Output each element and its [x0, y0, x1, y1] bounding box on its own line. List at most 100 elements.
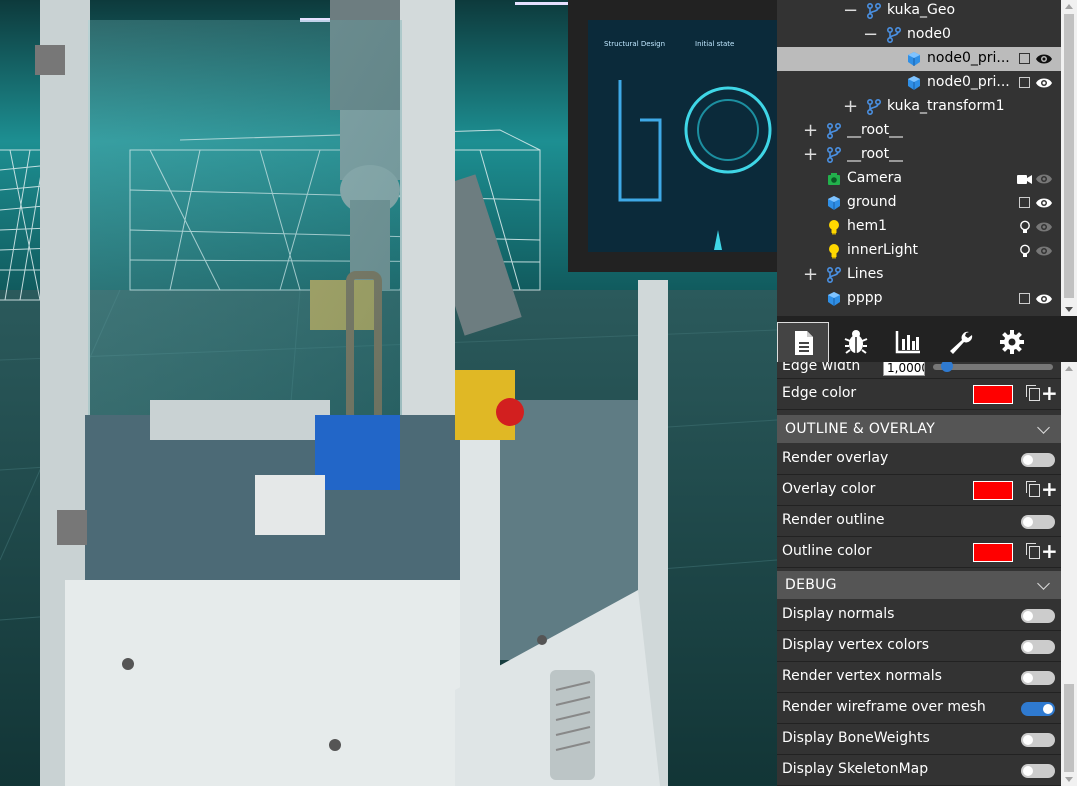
scroll-up-arrow-icon[interactable]	[1065, 4, 1073, 9]
display-boneweights-row: Display BoneWeights	[777, 724, 1061, 755]
screen-state: Initial state	[695, 40, 734, 48]
plus-icon[interactable]: +	[1041, 477, 1058, 501]
chart-icon	[895, 331, 920, 354]
eye-icon[interactable]	[1035, 196, 1053, 210]
copy-icon[interactable]	[1026, 481, 1040, 497]
display-skeletonmap-toggle[interactable]	[1021, 764, 1055, 778]
eye-icon[interactable]	[1035, 244, 1053, 258]
lightbulb-icon[interactable]	[1017, 244, 1033, 258]
section-title: DEBUG	[785, 577, 837, 593]
edge-color-swatch[interactable]	[973, 385, 1013, 404]
bounding-box-checkbox[interactable]	[1019, 77, 1030, 88]
camera-icon	[828, 173, 840, 185]
render-outline-toggle[interactable]	[1021, 515, 1055, 529]
expand-icon[interactable]: +	[803, 121, 818, 141]
3d-viewport[interactable]: Structural Design Initial state	[0, 0, 777, 786]
edge-width-input[interactable]: 1,0000	[883, 362, 925, 376]
bounding-box-checkbox[interactable]	[1019, 197, 1030, 208]
file-icon	[795, 331, 813, 355]
display-boneweights-toggle[interactable]	[1021, 733, 1055, 747]
edge-width-label: Edge width	[782, 362, 861, 374]
chevron-down-icon	[1037, 421, 1050, 434]
tree-item[interactable]: − kuka_Geo	[777, 0, 1061, 23]
tree-item-label: __root__	[847, 146, 904, 162]
display-skeletonmap-label: Display SkeletonMap	[782, 761, 929, 777]
eye-icon[interactable]	[1035, 220, 1053, 234]
scroll-thumb[interactable]	[1064, 14, 1074, 298]
plus-icon[interactable]: +	[1041, 381, 1058, 405]
tree-item[interactable]: Camera	[777, 167, 1061, 191]
eye-icon[interactable]	[1035, 52, 1053, 66]
bounding-box-checkbox[interactable]	[1019, 293, 1030, 304]
tree-item-label: Lines	[847, 266, 884, 282]
render-vertex-normals-toggle[interactable]	[1021, 671, 1055, 685]
tree-item-label: pppp	[847, 290, 883, 306]
tree-item[interactable]: hem1	[777, 215, 1061, 239]
expand-icon[interactable]: +	[803, 145, 818, 165]
render-overlay-toggle[interactable]	[1021, 453, 1055, 467]
light-icon	[829, 220, 839, 235]
tab-debug[interactable]	[829, 322, 881, 362]
scroll-down-arrow-icon[interactable]	[1065, 307, 1073, 312]
transform-icon	[827, 147, 841, 163]
chevron-down-icon	[1037, 577, 1050, 590]
mesh-icon	[828, 196, 840, 210]
expand-icon[interactable]: +	[803, 265, 818, 285]
tree-item[interactable]: − node0	[777, 23, 1061, 47]
tree-item-label: kuka_Geo	[887, 2, 956, 18]
toggle-knob	[1023, 517, 1033, 527]
outline-color-swatch[interactable]	[973, 543, 1013, 562]
tree-item[interactable]: pppp	[777, 287, 1061, 311]
copy-icon[interactable]	[1026, 543, 1040, 559]
tree-item[interactable]: + __root__	[777, 143, 1061, 167]
tree-item-label: Camera	[847, 170, 902, 186]
tab-tools[interactable]	[933, 322, 985, 362]
display-normals-toggle[interactable]	[1021, 609, 1055, 623]
scroll-up-arrow-icon[interactable]	[1065, 366, 1073, 371]
section-debug[interactable]: DEBUG	[777, 571, 1061, 599]
toggle-knob	[1023, 735, 1033, 745]
video-camera-icon[interactable]	[1017, 172, 1033, 186]
transform-icon	[827, 267, 841, 283]
tab-properties[interactable]	[777, 322, 829, 362]
tree-item[interactable]: node0_pri...	[777, 71, 1061, 95]
tree-item[interactable]: + kuka_transform1	[777, 95, 1061, 119]
eye-icon[interactable]	[1035, 76, 1053, 90]
lightbulb-icon[interactable]	[1017, 220, 1033, 234]
toggle-knob	[1023, 455, 1033, 465]
scroll-down-arrow-icon[interactable]	[1065, 777, 1073, 782]
tab-settings[interactable]	[985, 322, 1037, 362]
display-boneweights-label: Display BoneWeights	[782, 730, 930, 746]
plus-icon[interactable]: +	[1041, 539, 1058, 563]
render-outline-row: Render outline	[777, 506, 1061, 537]
tree-item[interactable]: + __root__	[777, 119, 1061, 143]
edge-width-slider-handle[interactable]	[941, 362, 954, 372]
properties-scrollbar[interactable]	[1061, 362, 1077, 786]
expand-icon[interactable]: +	[843, 97, 858, 117]
tree-item[interactable]: node0_pri...	[777, 47, 1061, 71]
display-vertex-colors-toggle[interactable]	[1021, 640, 1055, 654]
section-outline-overlay[interactable]: OUTLINE & OVERLAY	[777, 415, 1061, 443]
bug-icon	[844, 330, 868, 354]
outline-color-label: Outline color	[782, 543, 872, 559]
render-wireframe-toggle[interactable]	[1021, 702, 1055, 716]
collapse-icon[interactable]: −	[863, 25, 878, 45]
copy-icon[interactable]	[1026, 385, 1040, 401]
tree-item[interactable]: innerLight	[777, 239, 1061, 263]
scene-explorer-scrollbar[interactable]	[1061, 0, 1077, 316]
tree-item[interactable]: ground	[777, 191, 1061, 215]
eye-icon[interactable]	[1035, 172, 1053, 186]
render-vertex-normals-label: Render vertex normals	[782, 668, 942, 684]
mesh-icon	[828, 292, 840, 306]
tree-item-label: ground	[847, 194, 897, 210]
bounding-box-checkbox[interactable]	[1019, 53, 1030, 64]
scroll-thumb[interactable]	[1064, 684, 1074, 772]
inspector-panel: − kuka_Geo − node0 node0_pri... node0_pri... +…	[777, 0, 1077, 786]
properties-panel: Edge width 1,0000 Edge color + OUTLINE &…	[777, 362, 1061, 786]
overlay-color-swatch[interactable]	[973, 481, 1013, 500]
eye-icon[interactable]	[1035, 292, 1053, 306]
tab-statistics[interactable]	[881, 322, 933, 362]
collapse-icon[interactable]: −	[843, 1, 858, 21]
tree-item[interactable]: + Lines	[777, 263, 1061, 287]
section-title: OUTLINE & OVERLAY	[785, 421, 936, 437]
